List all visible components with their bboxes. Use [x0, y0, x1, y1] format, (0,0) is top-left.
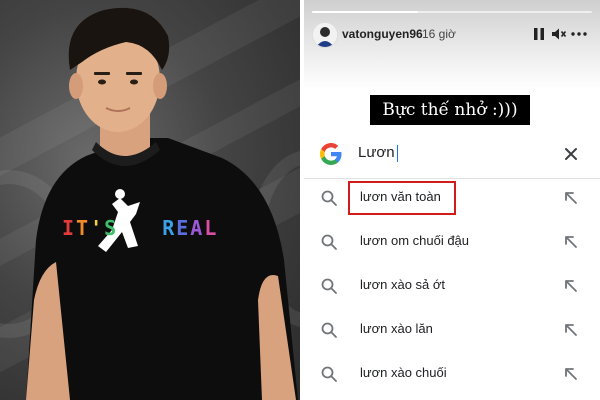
shirt-letter: L	[204, 216, 219, 240]
person-figure	[26, 7, 298, 400]
shirt-letter: R	[162, 216, 177, 240]
fill-query-arrow-icon[interactable]	[562, 189, 580, 207]
shirt-letter: T	[76, 216, 91, 240]
suggestion-text: lươn om chuối đậu	[360, 233, 470, 248]
story-caption-box: Bực thế nhở :)))	[370, 95, 530, 125]
fill-query-arrow-icon[interactable]	[562, 277, 580, 295]
avatar[interactable]	[312, 22, 338, 48]
story-progress-bar	[312, 11, 592, 13]
avatar-image	[313, 23, 337, 47]
story-progress-fill	[312, 11, 419, 13]
search-icon	[321, 190, 337, 206]
text-caret	[396, 144, 398, 162]
shirt-letter: S	[104, 216, 119, 240]
search-icon	[321, 234, 337, 250]
mute-icon[interactable]	[550, 25, 568, 43]
suggestion-text: lươn xào chuối	[360, 365, 447, 380]
suggestion-item[interactable]: lươn xào chuối	[304, 354, 600, 394]
clear-icon[interactable]	[560, 143, 582, 165]
search-icon	[321, 366, 337, 382]
search-icon	[321, 278, 337, 294]
story-username[interactable]: vatonguyen96	[342, 27, 423, 41]
shirt-print-text: IT'S REAL	[62, 216, 218, 240]
suggestion-item[interactable]: lươn om chuối đậu	[304, 222, 600, 262]
shirt-letter: E	[176, 216, 191, 240]
fill-query-arrow-icon[interactable]	[562, 365, 580, 383]
suggestion-text: lươn xào lăn	[360, 321, 433, 336]
suggestion-item[interactable]: lươn xào lăn	[304, 310, 600, 350]
search-query-text: Lươn	[358, 144, 395, 161]
instagram-story[interactable]: vatonguyen96 16 giờ Bực thế nhở :))) Lươ…	[304, 0, 600, 400]
story-caption: Bực thế nhở :)))	[382, 100, 518, 120]
suggestion-text: lươn xào sả ớt	[360, 277, 446, 292]
google-logo-icon	[320, 143, 342, 165]
story-header-gradient	[304, 0, 600, 90]
shirt-letter: '	[90, 216, 105, 240]
shirt-letter: A	[190, 216, 205, 240]
highlight-annotation-box	[348, 181, 456, 215]
search-input[interactable]: Lươn	[358, 144, 398, 162]
more-icon[interactable]	[570, 25, 588, 43]
suggestion-item[interactable]: lươn xào sả ớt	[304, 266, 600, 306]
shirt-letter: I	[62, 216, 77, 240]
story-time: 16 giờ	[422, 27, 456, 41]
pause-icon[interactable]	[530, 25, 548, 43]
fill-query-arrow-icon[interactable]	[562, 321, 580, 339]
search-icon	[321, 322, 337, 338]
fill-query-arrow-icon[interactable]	[562, 233, 580, 251]
search-bar[interactable]: Lươn	[304, 136, 600, 172]
profile-photo: IT'S REAL	[0, 0, 300, 400]
